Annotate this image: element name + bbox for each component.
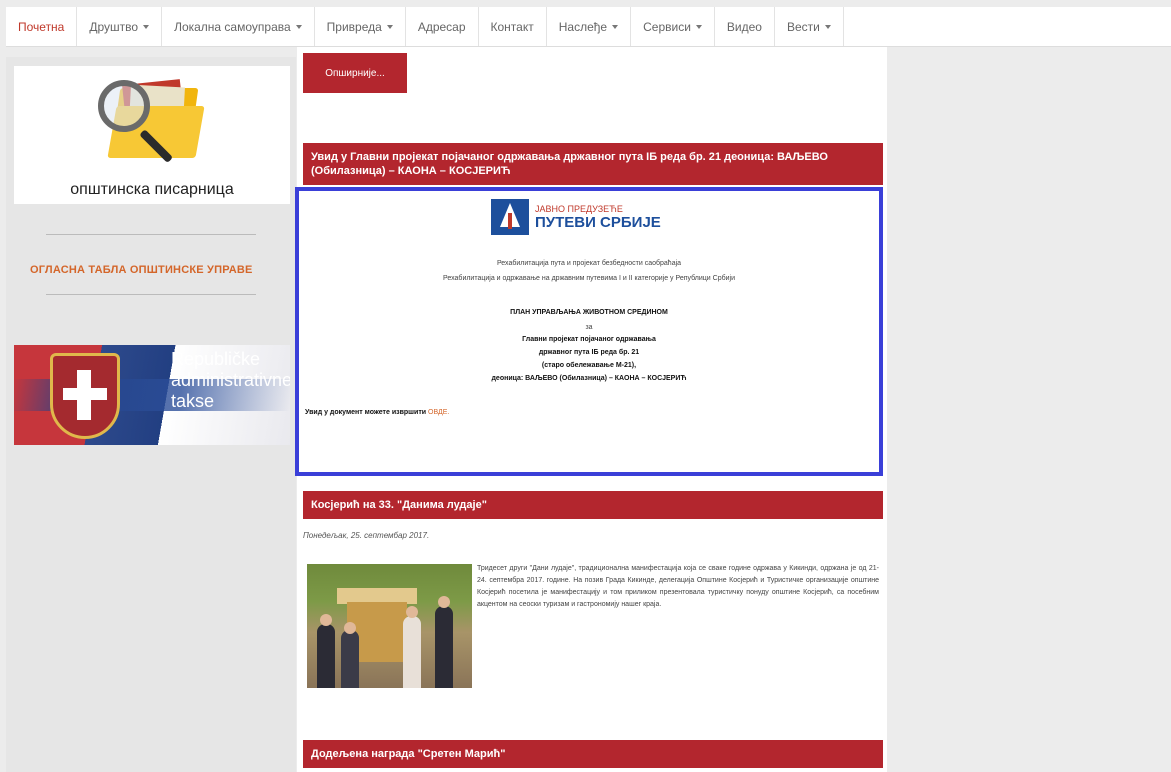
person-figure <box>435 606 453 688</box>
news-photo[interactable] <box>307 564 472 688</box>
person-figure <box>403 616 421 688</box>
serbian-crest-icon <box>50 353 120 439</box>
person-figure <box>341 630 359 688</box>
folder-magnifier-icon <box>92 76 212 181</box>
nav-item-vesti[interactable]: Вести <box>775 7 844 46</box>
pisarnica-title: општинска писарница <box>70 181 234 198</box>
doc-text: Рехабилитација пута и пројекат безбеднос… <box>496 260 682 267</box>
caret-down-icon <box>695 24 702 29</box>
doc-text: за <box>585 324 593 331</box>
nav-item-adresar[interactable]: Адресар <box>406 7 479 46</box>
nav-item-drustvo[interactable]: Друштво <box>77 7 163 46</box>
person-figure <box>406 606 418 618</box>
article-title[interactable]: Косјерић на 33. "Данима лудаје" <box>303 491 883 519</box>
doc-text: деоница: ВАЉЕВО (Обилазница) – КАОНА – К… <box>491 375 687 382</box>
logo-line: ПУТЕВИ СРБИЈЕ <box>535 213 661 231</box>
divider <box>46 294 256 295</box>
caret-down-icon <box>824 24 831 29</box>
left-sidebar: општинска писарница ОГЛАСНА ТАБЛА ОПШТИН… <box>6 57 296 772</box>
main-navigation: Почетна Друштво Локална самоуправа Привр… <box>6 7 1171 47</box>
puteva-srbije-logo: ЈАВНО ПРЕДУЗЕЋЕ ПУТЕВИ СРБИЈЕ <box>491 199 661 235</box>
read-more-button[interactable]: Опширније... <box>303 53 407 93</box>
document-link[interactable]: ОВДЕ. <box>428 409 449 416</box>
caret-down-icon <box>295 24 302 29</box>
nav-item-video[interactable]: Видео <box>715 7 775 46</box>
nav-label: Наслеђе <box>558 19 608 34</box>
nav-label: Видео <box>726 19 762 34</box>
banner-text: Republičke administrativne takse <box>171 349 290 412</box>
nav-item-lokalna-samouprava[interactable]: Локална самоуправа <box>162 7 315 46</box>
person-figure <box>344 622 356 634</box>
nav-label: Контакт <box>490 19 534 34</box>
article-body: Тридесет други "Дани лудаје", традициона… <box>477 565 879 608</box>
document-access-text: Увид у документ можете извршити ОВДЕ. <box>305 409 449 416</box>
person-figure <box>438 596 450 608</box>
caret-down-icon <box>386 24 393 29</box>
person-figure <box>317 624 335 688</box>
doc-text: Главни пројекат појачаног одржавања <box>522 336 656 343</box>
pisarnica-banner[interactable]: општинска писарница <box>14 66 290 204</box>
document-preview: ЈАВНО ПРЕДУЗЕЋЕ ПУТЕВИ СРБИЈЕ Рехабилита… <box>295 187 883 476</box>
doc-text: Рехабилитација и одржавање на државним п… <box>443 275 735 282</box>
banner-line: takse <box>171 391 215 411</box>
nav-item-privreda[interactable]: Привреда <box>315 7 406 46</box>
nav-label: Почетна <box>18 19 65 34</box>
nav-item-servisi[interactable]: Сервиси <box>631 7 715 46</box>
banner-line: Republičke <box>171 349 261 369</box>
nav-item-pocetna[interactable]: Почетна <box>6 7 78 46</box>
caret-down-icon <box>143 24 150 29</box>
nav-item-nasledje[interactable]: Наслеђе <box>547 7 632 46</box>
article-title[interactable]: Додељена награда "Сретен Марић" <box>303 740 883 768</box>
administrative-taxes-banner[interactable]: Republičke administrativne takse <box>14 345 290 445</box>
oglasna-tabla-link[interactable]: ОГЛАСНА ТАБЛА ОПШТИНСКЕ УПРАВЕ <box>30 264 253 276</box>
nav-label: Локална самоуправа <box>174 19 291 34</box>
nav-label: Вести <box>786 19 820 34</box>
nav-item-kontakt[interactable]: Контакт <box>479 7 547 46</box>
logo-line: ЈАВНО ПРЕДУЗЕЋЕ <box>535 203 623 214</box>
nav-label: Друштво <box>89 19 139 34</box>
nav-label: Привреда <box>326 19 382 34</box>
uvid-text: Увид у документ можете извршити <box>305 409 427 416</box>
person-figure <box>320 614 332 626</box>
article-title[interactable]: Увид у Главни пројекат појачаног одржава… <box>303 143 883 185</box>
main-content: Опширније... Увид у Главни пројекат поја… <box>295 47 887 772</box>
nav-label: Адресар <box>417 19 466 34</box>
nav-label: Сервиси <box>643 19 691 34</box>
banner-line: administrativne <box>171 370 290 390</box>
road-logo-icon <box>491 199 529 235</box>
caret-down-icon <box>612 24 619 29</box>
right-blank-area <box>887 47 1171 772</box>
article-date: Понедељак, 25. септембар 2017. <box>303 531 430 540</box>
doc-text: државног пута IБ реда бр. 21 <box>538 349 640 356</box>
plan-title: ПЛАН УПРАВЉАЊА ЖИВОТНОМ СРЕДИНОМ <box>510 309 668 316</box>
divider <box>46 234 256 235</box>
doc-text: (старо обележавање М-21), <box>541 362 637 369</box>
